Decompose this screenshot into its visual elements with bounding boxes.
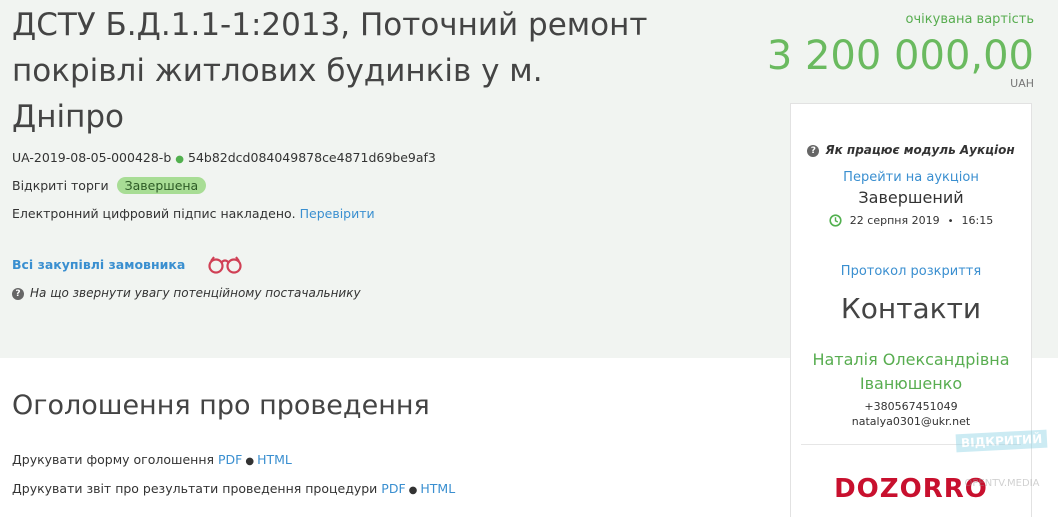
- print-report-row: Друкувати звіт про результати проведення…: [12, 481, 455, 496]
- expected-value-amount: 3 200 000,00: [766, 33, 1034, 79]
- auction-status: Завершений: [858, 188, 964, 207]
- print-form-label: Друкувати форму оголошення: [12, 452, 215, 467]
- supplier-hint-text: На що звернути увагу потенційному постач…: [30, 286, 361, 300]
- signature-text: Електронний цифровий підпис накладено.: [12, 206, 296, 221]
- contact-name: Наталія Олександрівна Іванюшенко: [812, 350, 1010, 393]
- auction-help-text: Як працює модуль Аукціон: [825, 143, 1015, 157]
- bullet-icon: •: [947, 216, 954, 227]
- announcement-title: Оголошення про проведення: [12, 390, 430, 421]
- expected-value-label: очікувана вартість: [905, 12, 1034, 27]
- clock-icon: [829, 214, 842, 230]
- print-report-label: Друкувати звіт про результати проведення…: [12, 481, 378, 496]
- print-report-pdf-link[interactable]: PDF: [381, 481, 405, 496]
- print-form-html-link[interactable]: HTML: [257, 452, 292, 467]
- bullet-icon: ●: [408, 485, 418, 496]
- go-to-auction-link[interactable]: Перейти на аукціон: [791, 170, 1031, 185]
- bullet-icon: ●: [245, 456, 255, 467]
- tender-id: UA-2019-08-05-000428-b: [12, 150, 172, 165]
- auction-help-row[interactable]: ? Як працює модуль Аукціон: [791, 143, 1031, 157]
- question-icon: ?: [807, 145, 820, 157]
- supplier-hint-row[interactable]: ? На що звернути увагу потенційному поста…: [12, 286, 361, 300]
- auction-time: 16:15: [961, 214, 994, 227]
- tender-id-row: UA-2019-08-05-000428-b ● 54b82dcd084049878…: [12, 150, 436, 165]
- binoculars-icon[interactable]: [206, 255, 244, 279]
- verify-signature-link[interactable]: Перевірити: [300, 206, 375, 221]
- all-purchases-row: Всі закупівлі замовника: [12, 254, 244, 279]
- question-icon: ?: [12, 288, 24, 300]
- contacts-title: Контакти: [840, 292, 982, 325]
- print-form-pdf-link[interactable]: PDF: [218, 452, 242, 467]
- contact-phone: +380567451049: [864, 400, 958, 413]
- opening-protocol-link[interactable]: Протокол розкриття: [791, 264, 1031, 279]
- watermark-line2: OPENTV.MEDIA: [964, 478, 1040, 489]
- procedure-type: Відкриті торги: [12, 178, 109, 193]
- auction-datetime-row: 22 серпня 2019 • 16:15: [791, 214, 1031, 230]
- status-badge: Завершена: [116, 177, 207, 194]
- page-title: ДСТУ Б.Д.1.1-1:2013, Поточний ремонт пок…: [12, 7, 648, 135]
- procedure-row: Відкриті торги Завершена: [12, 177, 207, 194]
- tender-hash: 54b82dcd084049878ce4871d69be9af3: [188, 150, 436, 165]
- watermark-line1: ВІДКРИТИЙ: [955, 429, 1049, 453]
- expected-value-currency: UAH: [1010, 77, 1034, 90]
- contact-email: natalya0301@ukr.net: [851, 415, 971, 428]
- watermark: ВІДКРИТИЙ OPENTV.MEDIA: [952, 429, 1052, 489]
- bullet-icon: ●: [175, 154, 184, 165]
- all-purchases-link[interactable]: Всі закупівлі замовника: [12, 257, 185, 272]
- print-form-row: Друкувати форму оголошення PDF ● HTML: [12, 452, 292, 467]
- auction-date: 22 серпня 2019: [849, 214, 940, 227]
- signature-row: Електронний цифровий підпис накладено. П…: [12, 206, 375, 221]
- print-report-html-link[interactable]: HTML: [420, 481, 455, 496]
